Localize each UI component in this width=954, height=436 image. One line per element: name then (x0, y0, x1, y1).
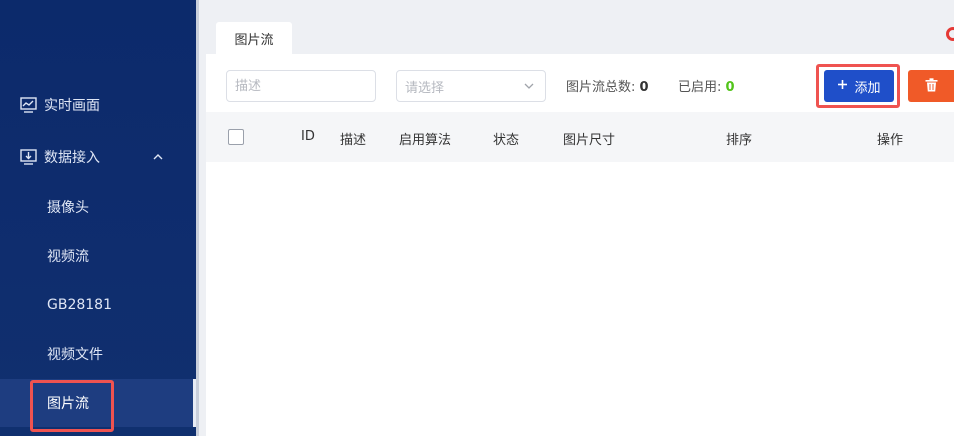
column-header-sort[interactable]: 排序 (726, 129, 752, 148)
add-button-label: 添加 (854, 80, 881, 96)
sidebar-subitem-label: 摄像头 (47, 200, 89, 216)
sidebar-subitem-video-stream[interactable]: 视频流 (0, 232, 196, 280)
total-count-value: 0 (639, 80, 649, 95)
main-content: 图片流 请选择 图片流总数: 0 已启用: 0 添加 (206, 0, 954, 436)
add-button[interactable]: 添加 (824, 70, 894, 102)
chevron-up-icon[interactable] (152, 150, 164, 166)
plus-icon (837, 79, 848, 94)
sidebar-subitem-label: 视频流 (47, 249, 89, 265)
total-count-label: 图片流总数: (566, 80, 636, 95)
sidebar-subitem-camera[interactable]: 摄像头 (0, 183, 196, 231)
sidebar-item-label: 数据接入 (44, 150, 100, 166)
trash-icon (925, 77, 938, 96)
enabled-count-value: 0 (725, 80, 735, 95)
sidebar-edge (196, 0, 199, 436)
sidebar-subitem-video-file[interactable]: 视频文件 (0, 330, 196, 378)
select-placeholder: 请选择 (405, 80, 445, 96)
column-header-status[interactable]: 状态 (493, 129, 519, 148)
sidebar-subitem-gb28181[interactable]: GB28181 (0, 281, 196, 329)
column-header-id[interactable]: ID (301, 129, 315, 144)
column-header-actions[interactable]: 操作 (877, 129, 903, 148)
select-all-checkbox[interactable] (228, 129, 244, 145)
status-select[interactable]: 请选择 (396, 70, 546, 102)
total-count: 图片流总数: 0 (566, 76, 649, 95)
tab-image-stream[interactable]: 图片流 (216, 22, 292, 54)
delete-button[interactable] (908, 70, 954, 102)
chart-monitor-icon (18, 95, 38, 115)
content-panel: 请选择 图片流总数: 0 已启用: 0 添加 (206, 54, 954, 436)
sidebar-subitem-label: 视频文件 (47, 347, 103, 363)
enabled-count-label: 已启用: (678, 80, 722, 95)
description-input[interactable] (226, 70, 376, 102)
sidebar-subitem-label: 图片流 (47, 396, 89, 412)
sidebar-item-label: 实时画面 (44, 98, 100, 114)
column-header-algorithm[interactable]: 启用算法 (399, 129, 451, 148)
close-icon[interactable] (946, 27, 954, 41)
monitor-download-icon (18, 147, 38, 167)
column-header-description[interactable]: 描述 (340, 129, 366, 148)
sidebar-subitem-label: GB28181 (47, 297, 112, 313)
enabled-count: 已启用: 0 (678, 76, 735, 95)
sidebar-subitem-image-stream[interactable]: 图片流 (0, 379, 196, 427)
sidebar-item-realtime[interactable]: 实时画面 (0, 81, 196, 129)
column-header-image-size[interactable]: 图片尺寸 (563, 129, 615, 148)
chevron-down-icon (523, 80, 535, 96)
table-header: ID 描述 启用算法 状态 图片尺寸 排序 操作 (206, 112, 954, 162)
sidebar-item-data-access[interactable]: 数据接入 (0, 133, 196, 181)
tab-label: 图片流 (234, 32, 274, 48)
sidebar: 实时画面 数据接入 摄像头 视频流 GB28181 视频文件 图片流 (0, 0, 199, 436)
